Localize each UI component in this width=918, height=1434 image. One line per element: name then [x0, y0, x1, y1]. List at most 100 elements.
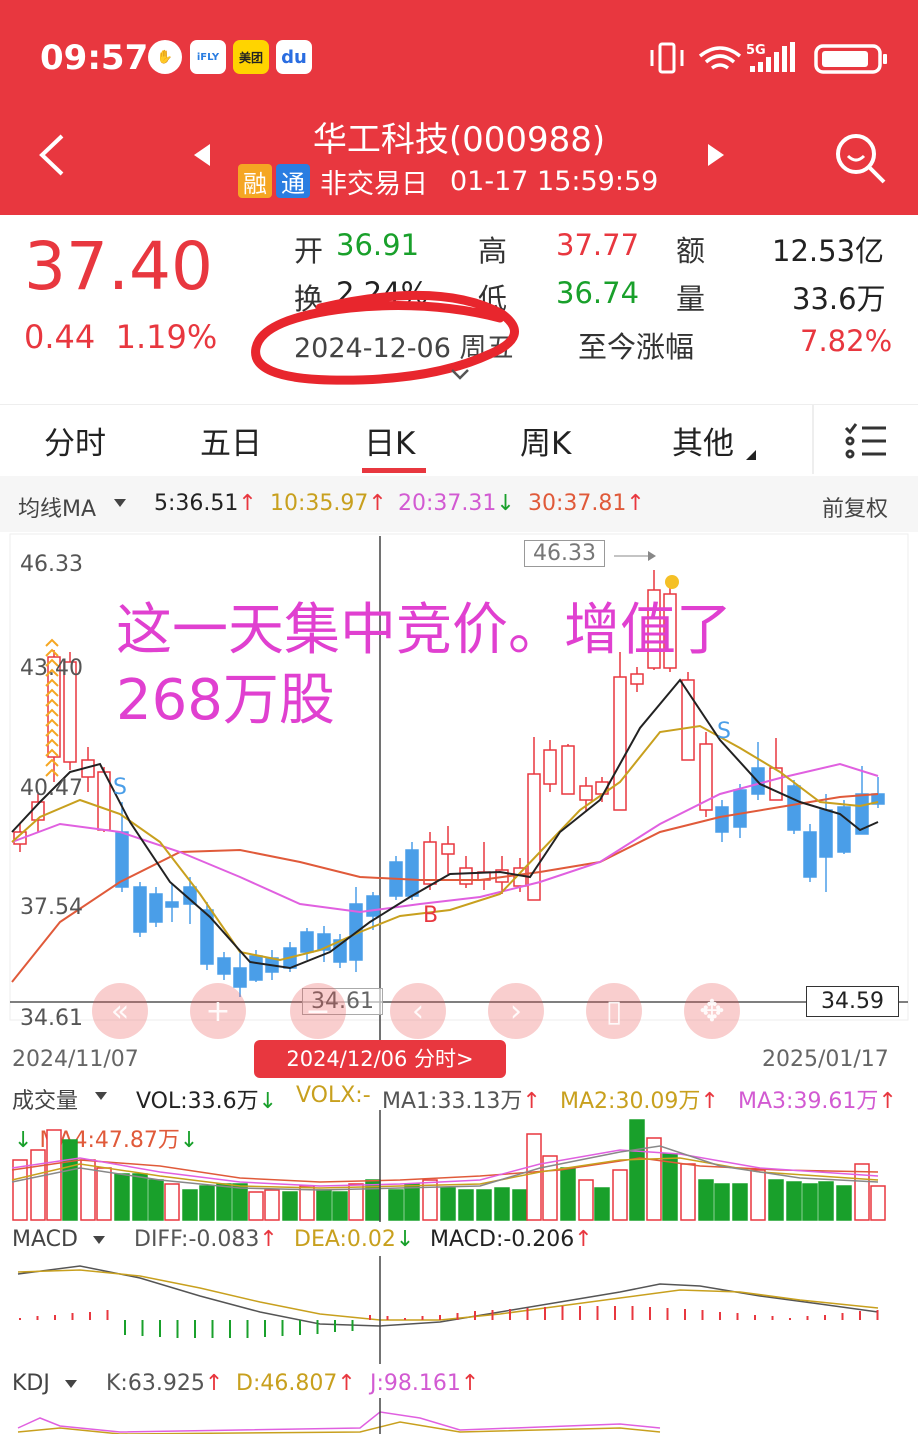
tab-intraday[interactable]: 分时: [44, 418, 106, 463]
volume-bar: [612, 1169, 628, 1221]
volume-bar: [114, 1173, 130, 1221]
signal-b-marker: B: [423, 903, 438, 928]
candle-body: [300, 931, 314, 953]
stop-hand-icon: ✋: [148, 40, 182, 74]
volume-bar: [282, 1191, 298, 1221]
bulb-marker: [665, 575, 679, 589]
date-start: 2024/11/07: [12, 1047, 139, 1072]
volume-bar: [680, 1163, 696, 1221]
meituan-app-icon: 美团: [233, 40, 269, 74]
dropdown-icon[interactable]: [92, 1235, 106, 1245]
corner-arrow-icon: [746, 450, 756, 460]
volume-bar: [476, 1189, 492, 1221]
dropdown-icon[interactable]: [64, 1379, 78, 1389]
volume-bar: [30, 1149, 46, 1221]
tab-weekly-k[interactable]: 周K: [520, 418, 571, 463]
macd-diff: DIFF:-0.083↑: [134, 1227, 278, 1252]
volx-value: VOLX:-: [296, 1083, 371, 1108]
zoom-in-button[interactable]: +: [190, 983, 246, 1039]
candle-body: [405, 849, 419, 897]
volume-bar: [316, 1189, 332, 1221]
expand-chevron-icon[interactable]: [450, 368, 470, 382]
stock-title: 华工科技(000988): [312, 120, 606, 160]
volume-bar: [578, 1179, 594, 1221]
kdj-d: D:46.807↑: [236, 1371, 356, 1396]
volume-bar: [870, 1185, 886, 1221]
kdj-selector[interactable]: KDJ: [12, 1371, 50, 1396]
volume-bar: [494, 1187, 510, 1221]
volume-bar: [458, 1189, 474, 1221]
macd-selector[interactable]: MACD: [12, 1227, 78, 1252]
dropdown-icon[interactable]: [113, 498, 127, 508]
candle-body: [149, 893, 163, 923]
tab-divider: [812, 404, 814, 474]
rotate-button[interactable]: ▯: [586, 983, 642, 1039]
volume-bar: [732, 1183, 748, 1221]
dea-line: [17, 1269, 879, 1321]
volume-bar: [526, 1133, 542, 1221]
tab-five-day[interactable]: 五日: [200, 418, 262, 463]
volume-bar: [182, 1189, 198, 1221]
volume-label: 量: [676, 282, 706, 316]
candle-body: [561, 745, 575, 795]
volume-bar: [786, 1181, 802, 1221]
volume-bar: [698, 1179, 714, 1221]
volume-bar: [629, 1119, 645, 1221]
volume-bar: [264, 1189, 280, 1221]
date-end: 2025/01/17: [762, 1047, 889, 1072]
volume-bar: [132, 1173, 148, 1221]
candle-body: [133, 886, 147, 933]
volume-bar: [248, 1191, 264, 1221]
candle-body: [543, 749, 557, 785]
volume-bar: [148, 1179, 164, 1221]
volume-bar: [512, 1189, 528, 1221]
ma5-value: 5:36.51↑: [154, 491, 257, 516]
y-tick-label: 46.33: [20, 552, 83, 577]
open-label: 开: [294, 234, 324, 268]
high-price-tag: 46.33: [524, 540, 605, 567]
kdj-chart: [17, 1398, 661, 1434]
ma20-value: 20:37.31↓: [398, 491, 515, 516]
macd-value: MACD:-0.206↑: [430, 1227, 593, 1252]
dropdown-icon[interactable]: [94, 1091, 108, 1101]
intraday-jump-button[interactable]: 2024/12/06 分时>: [254, 1040, 506, 1078]
high-tag-arrowhead: [648, 551, 656, 561]
candle-body: [249, 955, 263, 981]
volume-chart[interactable]: [0, 1110, 918, 1222]
vibrate-icon: [650, 42, 684, 74]
zoom-far-left-button[interactable]: «: [92, 983, 148, 1039]
candle-body: [803, 831, 817, 878]
macd-chart[interactable]: [0, 1256, 918, 1364]
volume-bar: [332, 1191, 348, 1221]
zoom-out-button[interactable]: −: [290, 983, 346, 1039]
ifly-app-icon: iFLY: [190, 40, 226, 74]
adjust-mode[interactable]: 前复权: [822, 491, 888, 523]
tab-daily-k[interactable]: 日K: [364, 418, 415, 463]
current-price: 37.40: [24, 228, 213, 305]
wifi-icon: [698, 46, 742, 70]
volume-bar: [594, 1187, 610, 1221]
margin-badge: 融: [238, 164, 272, 198]
since-value: 7.82%: [800, 324, 893, 358]
candle-body: [733, 789, 747, 828]
step-left-button[interactable]: ‹: [390, 983, 446, 1039]
candle-body: [527, 773, 541, 901]
candle-body: [423, 841, 437, 885]
step-right-button[interactable]: ›: [488, 983, 544, 1039]
volume-bar: [440, 1187, 456, 1221]
volume-bar: [388, 1189, 404, 1221]
candle-body: [217, 957, 231, 975]
tab-other[interactable]: 其他: [672, 418, 734, 463]
move-button[interactable]: ✥: [684, 983, 740, 1039]
signal-s1-marker: S: [113, 775, 127, 800]
ma-selector[interactable]: 均线MA: [18, 491, 96, 523]
y-tick-label: 43.40: [20, 656, 83, 681]
volume-bar: [662, 1153, 678, 1221]
settings-list-icon[interactable]: [842, 420, 888, 460]
y-tick-label: 40.47: [20, 776, 83, 801]
status-icons: 5G: [650, 42, 887, 74]
amount-label: 额: [676, 234, 706, 268]
candle-body: [366, 895, 380, 917]
candle-body: [441, 843, 455, 855]
candle-body: [165, 901, 179, 908]
